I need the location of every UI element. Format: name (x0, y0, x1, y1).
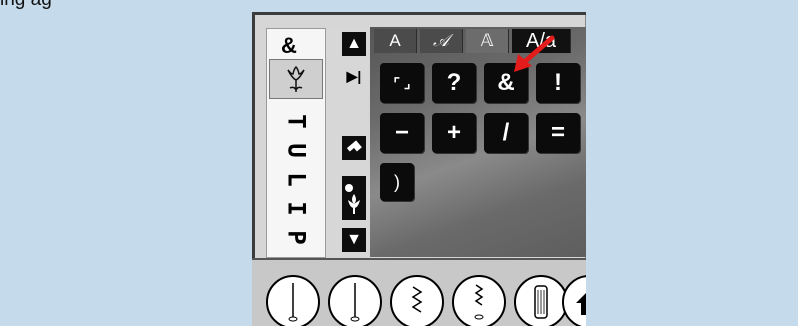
stitch-straight-alt-button[interactable] (328, 275, 382, 326)
scroll-down-button[interactable]: ▼ (342, 228, 366, 252)
stitch-symbol-button[interactable] (342, 176, 366, 220)
key-question[interactable]: ? (432, 63, 476, 103)
up-arrow-icon: ▲ (346, 35, 362, 52)
cropped-heading: ing ag (0, 0, 52, 11)
stitch-bar (252, 258, 586, 326)
straight-stitch-alt-icon (350, 283, 360, 322)
key-label: − (394, 119, 409, 146)
eraser-icon (346, 140, 362, 156)
triple-zigzag-icon (474, 284, 484, 320)
stitch-triple-zigzag-button[interactable] (452, 275, 506, 326)
key-exclamation[interactable]: ! (536, 63, 580, 103)
tab-font-script[interactable]: 𝒜 (420, 29, 463, 53)
straight-stitch-icon (288, 283, 298, 322)
home-button[interactable] (562, 275, 586, 326)
key-label: ⌜ ⌟ (393, 74, 411, 91)
key-label: / (502, 119, 510, 146)
cursor-next-button[interactable]: ▶| (342, 64, 366, 88)
zigzag-stitch-icon (411, 286, 423, 313)
tab-label: 𝔸 (480, 31, 494, 50)
tab-label: A/a (525, 29, 557, 52)
down-arrow-icon: ▼ (346, 231, 362, 248)
tulip-stitch-icon (345, 184, 360, 214)
key-ampersand[interactable]: & (484, 63, 528, 103)
buttonhole-icon (534, 285, 548, 319)
next-arrow-icon: ▶| (346, 67, 362, 84)
key-close-paren[interactable]: ) (380, 163, 414, 201)
key-minus[interactable]: − (380, 113, 424, 153)
tab-font-outline[interactable]: 𝔸 (466, 29, 509, 53)
home-icon (576, 293, 586, 315)
key-space[interactable]: ⌜ ⌟ (380, 63, 424, 103)
font-preview-panel: & T U L I P (266, 28, 326, 258)
ampersand-glyph: & (281, 33, 297, 58)
key-label: + (446, 119, 461, 146)
scroll-up-button[interactable]: ▲ (342, 32, 366, 56)
stitch-straight-button[interactable] (266, 275, 320, 326)
vertical-text-preview: T U L I P (267, 107, 325, 252)
delete-button[interactable] (342, 136, 366, 160)
key-equals[interactable]: = (536, 113, 580, 153)
key-label: = (550, 119, 565, 146)
tab-label: 𝒜 (432, 31, 450, 51)
key-plus[interactable]: + (432, 113, 476, 153)
key-label: ! (554, 69, 562, 96)
tab-font-block[interactable]: A (374, 29, 417, 53)
key-label: & (497, 69, 515, 96)
key-slash[interactable]: / (484, 113, 528, 153)
tool-column: ▲ ▶| ▼ (326, 28, 368, 256)
key-label: ) (394, 171, 400, 192)
stitch-zigzag-button[interactable] (390, 275, 444, 326)
machine-screen: & T U L I P ▲ ▶| ▼ A 𝒜 𝔸 A/a ⌜ ⌟ ? & ! −… (252, 12, 586, 326)
stitch-buttonhole-button[interactable] (514, 275, 568, 326)
character-keyboard: A 𝒜 𝔸 A/a ⌜ ⌟ ? & ! − + / = ) (370, 27, 586, 257)
tab-label: A (389, 31, 401, 50)
key-label: ? (446, 69, 462, 96)
tab-font-case[interactable]: A/a (512, 29, 571, 53)
